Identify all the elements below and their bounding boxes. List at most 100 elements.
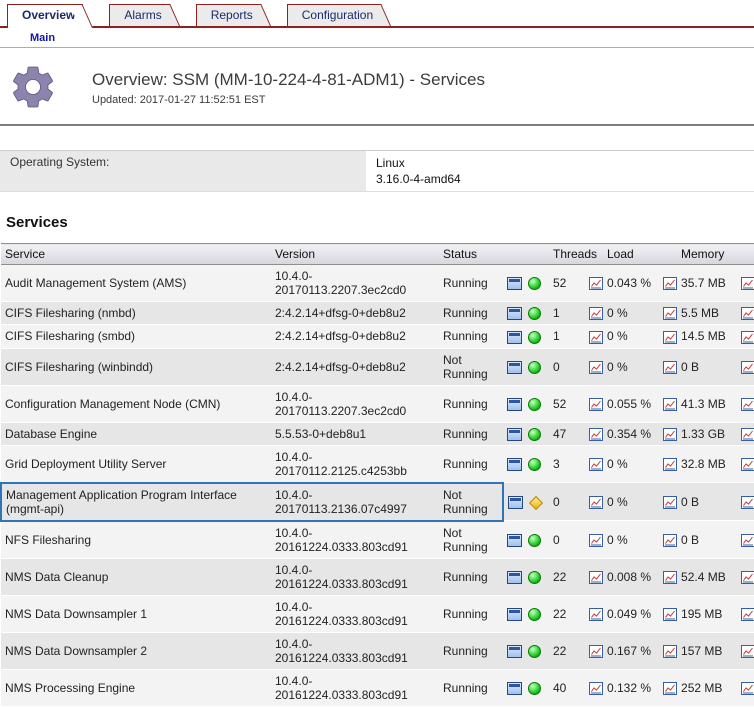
memory-chart-icon[interactable] <box>741 608 754 621</box>
service-version: 10.4.0-20161224.0333.803cd91 <box>271 521 439 559</box>
service-name: NMS Processing Engine <box>1 669 271 706</box>
console-icon[interactable] <box>507 645 522 658</box>
table-row: CIFS Filesharing (nmbd) 2:4.2.14+dfsg-0+… <box>1 302 754 325</box>
load-chart-icon[interactable] <box>663 398 677 411</box>
console-icon[interactable] <box>507 458 522 471</box>
memory-chart-icon[interactable] <box>741 361 754 374</box>
tab-label: Reports <box>211 8 253 22</box>
tab-reports[interactable]: Reports <box>196 4 261 26</box>
load-value: 0.049 % <box>603 595 659 632</box>
threads-value: 52 <box>549 265 585 302</box>
service-status: Running <box>439 385 503 422</box>
threads-chart-icon[interactable] <box>589 682 603 695</box>
load-chart-icon[interactable] <box>663 458 677 471</box>
load-chart-icon[interactable] <box>663 608 677 621</box>
console-icon[interactable] <box>507 331 522 344</box>
service-status: Running <box>439 558 503 595</box>
tab-overview[interactable]: Overview <box>7 4 83 28</box>
load-chart-icon[interactable] <box>663 361 677 374</box>
status-ok-icon <box>528 534 541 547</box>
memory-chart-icon[interactable] <box>741 496 754 509</box>
memory-chart-icon[interactable] <box>741 277 754 290</box>
service-status: Running <box>439 445 503 483</box>
service-name: NMS Data Cleanup <box>1 558 271 595</box>
load-chart-icon[interactable] <box>663 428 677 441</box>
service-version: 10.4.0-20161224.0333.803cd91 <box>271 595 439 632</box>
threads-chart-icon[interactable] <box>589 534 603 547</box>
memory-chart-icon[interactable] <box>741 534 754 547</box>
memory-chart-icon[interactable] <box>741 398 754 411</box>
memory-value: 41.3 MB <box>677 385 737 422</box>
threads-chart-icon[interactable] <box>589 571 603 584</box>
memory-chart-icon[interactable] <box>741 458 754 471</box>
memory-chart-icon[interactable] <box>741 645 754 658</box>
threads-chart-icon[interactable] <box>589 458 603 471</box>
service-status: Running <box>439 595 503 632</box>
tab-alarms[interactable]: Alarms <box>109 4 169 26</box>
console-icon[interactable] <box>507 571 522 584</box>
service-status: Not Running <box>439 483 503 521</box>
threads-chart-icon[interactable] <box>589 398 603 411</box>
threads-value: 1 <box>549 325 585 348</box>
tab-bar: Overview Alarms Reports Configuration <box>0 0 754 28</box>
load-chart-icon[interactable] <box>663 645 677 658</box>
threads-chart-icon[interactable] <box>589 496 603 509</box>
console-icon[interactable] <box>507 428 522 441</box>
service-status: Not Running <box>439 348 503 385</box>
threads-value: 1 <box>549 302 585 325</box>
memory-chart-icon[interactable] <box>741 331 754 344</box>
service-status: Running <box>439 422 503 445</box>
status-ok-icon <box>528 398 541 411</box>
threads-chart-icon[interactable] <box>589 307 603 320</box>
status-ok-icon <box>528 458 541 471</box>
memory-chart-icon[interactable] <box>741 571 754 584</box>
threads-chart-icon[interactable] <box>589 361 603 374</box>
service-version: 5.5.53-0+deb8u1 <box>271 422 439 445</box>
load-chart-icon[interactable] <box>663 331 677 344</box>
table-row: Grid Deployment Utility Server 10.4.0-20… <box>1 445 754 483</box>
table-row: Management Application Program Interface… <box>1 483 754 521</box>
load-chart-icon[interactable] <box>663 682 677 695</box>
memory-value: 35.7 MB <box>677 265 737 302</box>
threads-chart-icon[interactable] <box>589 608 603 621</box>
column-header-status: Status <box>439 244 549 265</box>
console-icon[interactable] <box>508 496 523 509</box>
table-row: Database Engine 5.5.53-0+deb8u1 Running … <box>1 422 754 445</box>
main-link[interactable]: Main <box>30 32 55 44</box>
service-version: 10.4.0-20170113.2207.3ec2cd0 <box>271 385 439 422</box>
status-ok-icon <box>528 277 541 290</box>
memory-chart-icon[interactable] <box>741 428 754 441</box>
table-row: CIFS Filesharing (winbindd) 2:4.2.14+dfs… <box>1 348 754 385</box>
console-icon[interactable] <box>507 398 522 411</box>
threads-chart-icon[interactable] <box>589 645 603 658</box>
status-ok-icon <box>528 361 541 374</box>
threads-chart-icon[interactable] <box>589 428 603 441</box>
column-header-service: Service <box>1 244 271 265</box>
memory-value: 14.5 MB <box>677 325 737 348</box>
load-chart-icon[interactable] <box>663 307 677 320</box>
console-icon[interactable] <box>507 682 522 695</box>
threads-chart-icon[interactable] <box>589 331 603 344</box>
load-value: 0 % <box>603 325 659 348</box>
memory-chart-icon[interactable] <box>741 307 754 320</box>
load-chart-icon[interactable] <box>663 496 677 509</box>
load-value: 0.008 % <box>603 558 659 595</box>
console-icon[interactable] <box>507 361 522 374</box>
threads-value: 22 <box>549 632 585 669</box>
tab-configuration[interactable]: Configuration <box>287 4 381 26</box>
load-chart-icon[interactable] <box>663 571 677 584</box>
console-icon[interactable] <box>507 608 522 621</box>
load-chart-icon[interactable] <box>663 277 677 290</box>
memory-chart-icon[interactable] <box>741 682 754 695</box>
console-icon[interactable] <box>507 307 522 320</box>
service-name: NMS Data Downsampler 1 <box>1 595 271 632</box>
service-status: Not Running <box>439 521 503 559</box>
load-chart-icon[interactable] <box>663 534 677 547</box>
console-icon[interactable] <box>507 277 522 290</box>
console-icon[interactable] <box>507 534 522 547</box>
os-kernel: 3.16.0-4-amd64 <box>376 171 461 187</box>
header-divider <box>0 124 754 126</box>
threads-chart-icon[interactable] <box>589 277 603 290</box>
table-row: NMS Processing Engine 10.4.0-20161224.03… <box>1 669 754 706</box>
service-status: Running <box>439 669 503 706</box>
